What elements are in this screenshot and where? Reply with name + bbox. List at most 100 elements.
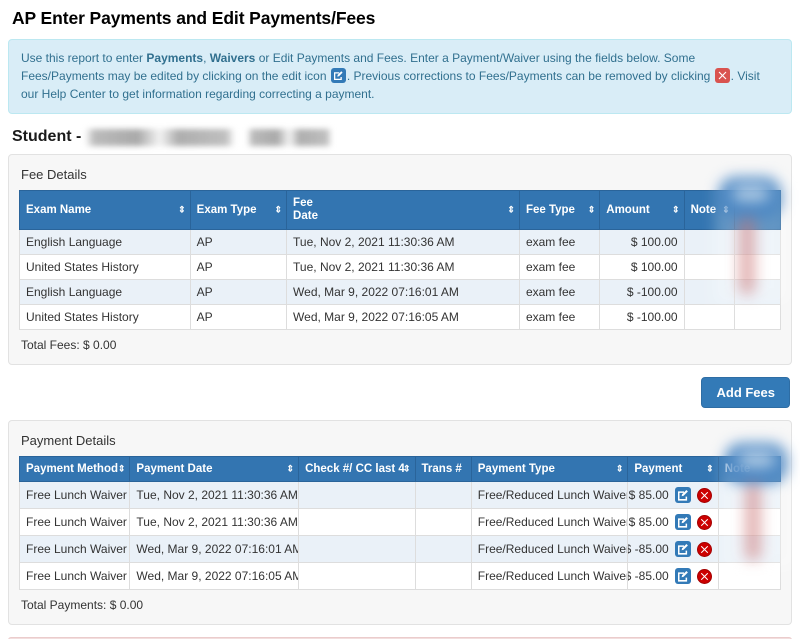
sort-icon[interactable]: ⇕ <box>287 464 294 474</box>
table-row[interactable]: English Language AP Tue, Nov 2, 2021 11:… <box>19 229 782 255</box>
student-name-redacted <box>85 128 236 146</box>
delete-x-icon[interactable] <box>696 487 712 503</box>
cell-payment-method: Free Lunch Waiver <box>18 535 131 563</box>
alert-bold-payments: Payments <box>146 51 204 65</box>
col-payment-date[interactable]: Payment Date ⇕ <box>129 456 300 482</box>
cell-amount: $ 100.00 <box>599 229 685 255</box>
col-note[interactable]: Note ⇕ <box>683 190 735 230</box>
col-payment-type[interactable]: Payment Type ⇕ <box>470 456 629 482</box>
sort-icon[interactable]: ⇕ <box>178 205 185 215</box>
sort-icon[interactable]: ⇕ <box>403 464 410 474</box>
student-label: Student - <box>12 128 82 145</box>
fee-details-header-row: Exam Name ⇕ Exam Type ⇕ Fee Date ⇕ Fee Type ⇕… <box>19 190 782 230</box>
col-payment-note[interactable]: Note <box>717 456 782 482</box>
payment-details-body: Free Lunch Waiver Tue, Nov 2, 2021 11:30… <box>18 481 782 590</box>
cell-payment-date: Wed, Mar 9, 2022 07:16:05 AM <box>129 562 300 590</box>
fee-details-panel: Fee Details Exam Name ⇕ Exam Type ⇕ Fee Dat… <box>8 154 792 365</box>
cell-payment-method: Free Lunch Waiver <box>18 481 131 509</box>
cell-note <box>683 229 735 255</box>
table-row[interactable]: United States History AP Wed, Mar 9, 202… <box>19 304 782 330</box>
alert-text-4: . Previous corrections to Fees/Payments … <box>346 69 714 83</box>
payment-amount-value: $ -85.00 <box>627 569 669 583</box>
cell-actions <box>733 279 782 305</box>
cell-note <box>683 279 735 305</box>
edit-icon[interactable] <box>674 541 691 557</box>
col-amount[interactable]: Amount ⇕ <box>599 190 685 230</box>
col-trans-number[interactable]: Trans # <box>414 456 472 482</box>
col-fee-type[interactable]: Fee Type ⇕ <box>518 190 601 230</box>
cell-payment-note <box>717 562 782 590</box>
cell-actions <box>733 229 782 255</box>
table-row[interactable]: Free Lunch Waiver Wed, Mar 9, 2022 07:16… <box>18 535 782 563</box>
payment-details-panel: Payment Details Payment Method ⇕ Payment … <box>8 420 795 625</box>
delete-x-icon <box>714 68 730 83</box>
cell-exam-name: United States History <box>19 304 191 330</box>
sort-icon[interactable]: ⇕ <box>588 205 595 215</box>
cell-payment-note <box>717 481 782 509</box>
delete-x-icon[interactable] <box>696 568 712 584</box>
edit-icon[interactable] <box>674 514 691 530</box>
table-row[interactable]: Free Lunch Waiver Wed, Mar 9, 2022 07:16… <box>18 562 782 590</box>
edit-icon[interactable] <box>674 568 691 584</box>
table-row[interactable]: English Language AP Wed, Mar 9, 2022 07:… <box>19 279 782 305</box>
col-exam-name[interactable]: Exam Name ⇕ <box>19 190 191 230</box>
col-payment-amount[interactable]: Payment ⇕ <box>627 456 719 482</box>
add-fees-button[interactable]: Add Fees <box>701 377 790 408</box>
col-fee-date[interactable]: Fee Date ⇕ <box>286 190 520 230</box>
payment-amount-value: $ -85.00 <box>627 542 669 556</box>
cell-payment-type: Free/Reduced Lunch Waiver <box>470 562 629 590</box>
sort-icon[interactable]: ⇕ <box>507 205 514 215</box>
fee-details-table: Exam Name ⇕ Exam Type ⇕ Fee Date ⇕ Fee Type ⇕… <box>19 190 782 330</box>
col-fee-actions <box>733 190 782 230</box>
cell-note <box>683 304 735 330</box>
cell-note <box>683 254 735 280</box>
cell-fee-date: Wed, Mar 9, 2022 07:16:01 AM <box>286 279 520 305</box>
cell-payment-type: Free/Reduced Lunch Waiver <box>470 508 629 536</box>
delete-x-icon[interactable] <box>696 514 712 530</box>
cell-payment-note <box>717 535 782 563</box>
cell-trans-number <box>414 508 472 536</box>
payment-details-header-row: Payment Method ⇕ Payment Date ⇕ Check #/ C… <box>18 456 782 482</box>
alert-text-2: , <box>203 51 210 65</box>
sort-icon[interactable]: ⇕ <box>275 205 282 215</box>
payment-amount-value: $ 85.00 <box>628 515 669 529</box>
cell-payment-amount: $ 85.00 <box>627 508 719 536</box>
cell-payment-method: Free Lunch Waiver <box>18 562 131 590</box>
delete-x-icon[interactable] <box>696 541 712 557</box>
table-row[interactable]: Free Lunch Waiver Tue, Nov 2, 2021 11:30… <box>18 508 782 536</box>
cell-amount: $ 100.00 <box>599 254 685 280</box>
cell-payment-date: Tue, Nov 2, 2021 11:30:36 AM <box>129 508 300 536</box>
cell-fee-type: exam fee <box>518 229 601 255</box>
cell-payment-note <box>717 508 782 536</box>
table-row[interactable]: Free Lunch Waiver Tue, Nov 2, 2021 11:30… <box>18 481 782 509</box>
cell-trans-number <box>414 535 472 563</box>
student-header: Student - <box>12 128 792 146</box>
payment-details-table: Payment Method ⇕ Payment Date ⇕ Check #/ C… <box>18 456 782 590</box>
info-alert: Use this report to enter Payments, Waive… <box>8 39 792 114</box>
edit-icon[interactable] <box>674 487 691 503</box>
sort-icon[interactable]: ⇕ <box>616 464 623 474</box>
sort-icon[interactable]: ⇕ <box>722 205 729 215</box>
sort-icon[interactable]: ⇕ <box>118 464 125 474</box>
cell-exam-name: United States History <box>19 254 191 280</box>
sort-icon[interactable]: ⇕ <box>706 464 713 474</box>
cell-check-cc <box>298 562 416 590</box>
cell-exam-type: AP <box>189 254 288 280</box>
alert-text-1: Use this report to enter <box>21 51 147 65</box>
cell-payment-date: Wed, Mar 9, 2022 07:16:01 AM <box>129 535 300 563</box>
cell-payment-date: Tue, Nov 2, 2021 11:30:36 AM <box>129 481 300 509</box>
page-root: AP Enter Payments and Edit Payments/Fees… <box>0 8 800 639</box>
col-exam-type[interactable]: Exam Type ⇕ <box>189 190 288 230</box>
col-payment-method[interactable]: Payment Method ⇕ <box>18 456 131 482</box>
cell-actions <box>733 304 782 330</box>
col-check-cc[interactable]: Check #/ CC last 4 ⇕ <box>298 456 416 482</box>
cell-payment-type: Free/Reduced Lunch Waiver <box>470 481 629 509</box>
fee-details-title: Fee Details <box>21 167 87 182</box>
cell-payment-amount: $ 85.00 <box>627 481 719 509</box>
cell-exam-type: AP <box>189 279 288 305</box>
table-row[interactable]: United States History AP Tue, Nov 2, 202… <box>19 254 782 280</box>
cell-check-cc <box>298 481 416 509</box>
fee-details-body: English Language AP Tue, Nov 2, 2021 11:… <box>19 229 782 330</box>
sort-icon[interactable]: ⇕ <box>672 205 679 215</box>
add-fees-row: Add Fees <box>8 377 792 420</box>
